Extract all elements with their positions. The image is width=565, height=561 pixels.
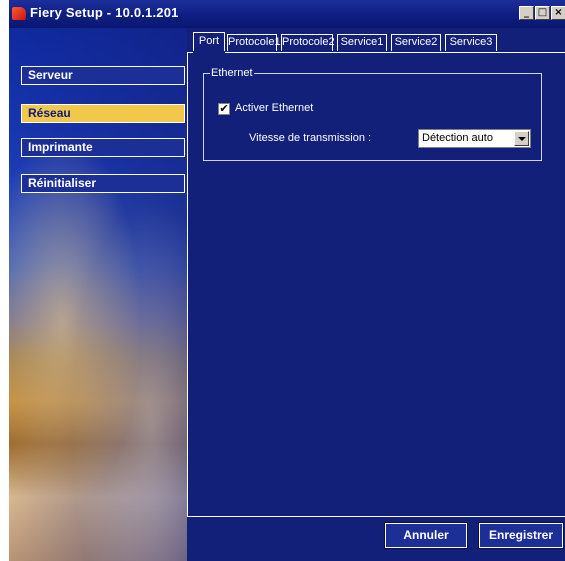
enable-ethernet-label[interactable]: Activer Ethernet: [235, 102, 313, 114]
minimize-button[interactable]: _: [519, 6, 534, 20]
fiery-setup-window: Fiery Setup - 10.0.1.201 _ □ × Serveur R…: [9, 0, 565, 561]
ethernet-group: Ethernet ✔ Activer Ethernet Vitesse de t…: [203, 66, 542, 161]
enable-ethernet-checkbox[interactable]: ✔: [218, 103, 230, 115]
sidebar-item-reseau[interactable]: Réseau: [21, 104, 185, 123]
window-title: Fiery Setup - 10.0.1.201: [30, 5, 179, 20]
speed-label: Vitesse de transmission :: [249, 132, 372, 144]
tab-port[interactable]: Port: [193, 32, 225, 51]
speed-select[interactable]: Détection auto: [418, 129, 531, 148]
close-button[interactable]: ×: [551, 6, 565, 20]
tab-service3[interactable]: Service3: [445, 34, 497, 51]
group-title: Ethernet: [210, 66, 254, 80]
sidebar-item-reinitialiser[interactable]: Réinitialiser: [21, 174, 185, 193]
fiery-app-icon: [12, 7, 26, 20]
tab-service1[interactable]: Service1: [337, 34, 387, 51]
cancel-button[interactable]: Annuler: [384, 522, 468, 549]
sidebar-item-imprimante[interactable]: Imprimante: [21, 138, 185, 157]
tab-bar: Port Protocole1 Protocole2 Service1 Serv…: [187, 32, 565, 52]
tab-service2[interactable]: Service2: [391, 34, 441, 51]
tab-protocole1[interactable]: Protocole1: [227, 34, 281, 51]
speed-select-value: Détection auto: [422, 132, 493, 144]
tab-protocole2[interactable]: Protocole2: [281, 34, 335, 51]
sidebar: Serveur Réseau Imprimante Réinitialiser: [9, 28, 187, 561]
title-bar[interactable]: Fiery Setup - 10.0.1.201 _ □ ×: [9, 0, 565, 28]
sidebar-item-serveur[interactable]: Serveur: [21, 66, 185, 85]
chevron-down-icon[interactable]: [514, 131, 529, 146]
main-content: Port Protocole1 Protocole2 Service1 Serv…: [187, 28, 565, 561]
maximize-button[interactable]: □: [535, 6, 550, 20]
save-button[interactable]: Enregistrer: [478, 522, 564, 549]
